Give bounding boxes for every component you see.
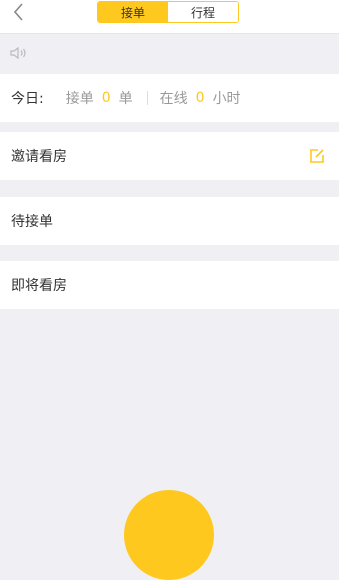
nav-bar: 接单 行程	[0, 0, 339, 34]
online-label: 在线	[159, 91, 188, 107]
row-label: 即将看房	[11, 278, 67, 294]
floating-action-button[interactable]	[124, 490, 214, 580]
today-label: 今日:	[11, 91, 44, 107]
row-upcoming-viewing[interactable]: 即将看房	[0, 261, 339, 309]
speaker-icon	[10, 46, 26, 60]
notice-bar	[0, 34, 339, 73]
row-label: 邀请看房	[11, 149, 67, 165]
row-invite-viewing[interactable]: 邀请看房	[0, 132, 339, 180]
row-pending-orders[interactable]: 待接单	[0, 197, 339, 245]
chevron-left-icon	[13, 3, 23, 21]
today-stats: 今日: 接单 0 单 在线 0 小时	[0, 74, 339, 122]
orders-value: 0	[101, 90, 111, 106]
tab-jiedan[interactable]: 接单	[98, 2, 168, 22]
divider	[146, 91, 148, 105]
segmented-control: 接单 行程	[97, 1, 239, 23]
edit-icon[interactable]	[309, 148, 325, 164]
orders-label: 接单	[65, 91, 94, 107]
online-unit: 小时	[212, 91, 241, 107]
back-button[interactable]	[6, 0, 30, 24]
online-value: 0	[195, 90, 205, 106]
tab-xingcheng[interactable]: 行程	[168, 2, 238, 22]
row-label: 待接单	[11, 214, 53, 230]
orders-unit: 单	[118, 91, 133, 107]
